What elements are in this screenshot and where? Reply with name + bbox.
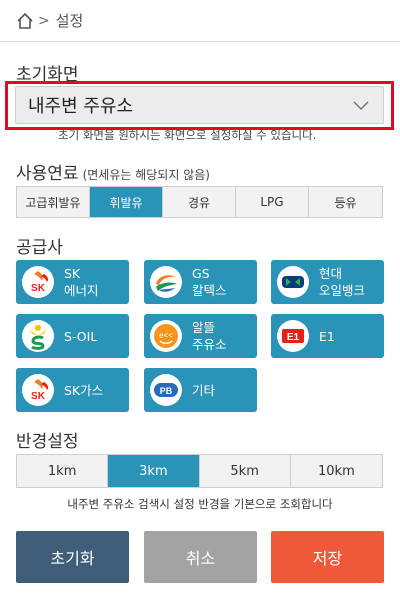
supplier-hyundai-oilbank[interactable]: 현대 오일뱅크 bbox=[271, 260, 384, 304]
highlight-box bbox=[5, 81, 394, 130]
radius-option-1km[interactable]: 1km bbox=[17, 455, 109, 487]
supplier-sk-gas[interactable]: SK SK가스 bbox=[16, 368, 129, 412]
supplier-name: 알뜰 주유소 bbox=[192, 320, 227, 352]
top-bar: > 설정 bbox=[0, 0, 400, 42]
gs-logo-icon bbox=[150, 266, 182, 298]
supplier-sk-energy[interactable]: SK SK 에너지 bbox=[16, 260, 129, 304]
altteul-logo-icon: e<< bbox=[150, 320, 182, 352]
fuel-option-kerosene[interactable]: 등유 bbox=[309, 187, 382, 217]
radius-title: 반경설정 bbox=[16, 432, 79, 452]
supplier-name: GS 칼텍스 bbox=[192, 266, 227, 298]
radius-selector: 1km 3km 5km 10km bbox=[16, 454, 383, 488]
breadcrumb-current: 설정 bbox=[55, 12, 84, 30]
fuel-section-title: 사용연료 (면세유는 해당되지 않음) bbox=[16, 159, 210, 184]
supplier-name: E1 bbox=[319, 328, 335, 344]
supplier-gs-caltex[interactable]: GS 칼텍스 bbox=[144, 260, 257, 304]
sk-logo-icon: SK bbox=[22, 266, 54, 298]
supplier-name: SK 에너지 bbox=[64, 266, 99, 298]
suppliers-title: 공급사 bbox=[16, 238, 63, 258]
fuel-title: 사용연료 bbox=[16, 164, 79, 184]
supplier-other[interactable]: PB 기타 bbox=[144, 368, 257, 412]
s-oil-logo-icon bbox=[22, 320, 54, 352]
fuel-option-gasoline[interactable]: 휘발유 bbox=[90, 187, 163, 217]
breadcrumb-separator: > bbox=[38, 12, 50, 29]
supplier-name: SK가스 bbox=[64, 382, 104, 398]
supplier-altteul[interactable]: e<< 알뜰 주유소 bbox=[144, 314, 257, 358]
svg-text:SK: SK bbox=[31, 283, 46, 294]
radius-option-3km[interactable]: 3km bbox=[108, 455, 200, 487]
supplier-e1[interactable]: E1 E1 bbox=[271, 314, 384, 358]
hyundai-oilbank-logo-icon bbox=[277, 266, 309, 298]
svg-text:e<<: e<< bbox=[159, 331, 173, 340]
svg-text:E1: E1 bbox=[287, 332, 300, 343]
svg-text:PB: PB bbox=[160, 386, 173, 396]
supplier-name: S-OIL bbox=[64, 328, 98, 344]
fuel-selector: 고급휘발유 휘발유 경유 LPG 등유 bbox=[16, 186, 383, 218]
supplier-s-oil[interactable]: S-OIL bbox=[16, 314, 129, 358]
radius-option-5km[interactable]: 5km bbox=[200, 455, 291, 487]
radius-option-10km[interactable]: 10km bbox=[291, 455, 382, 487]
fuel-note: (면세유는 해당되지 않음) bbox=[82, 168, 210, 182]
fuel-option-premium-gasoline[interactable]: 고급휘발유 bbox=[17, 187, 90, 217]
fuel-option-diesel[interactable]: 경유 bbox=[163, 187, 236, 217]
fuel-option-lpg[interactable]: LPG bbox=[236, 187, 309, 217]
radius-description: 내주변 주유소 검색시 설정 반경을 기본으로 조회합니다 bbox=[67, 497, 333, 511]
supplier-name: 현대 오일뱅크 bbox=[319, 266, 366, 298]
supplier-name: 기타 bbox=[192, 382, 216, 398]
pb-logo-icon: PB bbox=[150, 374, 182, 406]
e1-logo-icon: E1 bbox=[277, 320, 309, 352]
sk-gas-logo-icon: SK bbox=[22, 374, 54, 406]
svg-text:SK: SK bbox=[31, 391, 46, 402]
home-icon[interactable] bbox=[16, 12, 34, 30]
cancel-button[interactable]: 취소 bbox=[144, 531, 257, 583]
save-button[interactable]: 저장 bbox=[271, 531, 384, 583]
reset-button[interactable]: 초기화 bbox=[16, 531, 129, 583]
